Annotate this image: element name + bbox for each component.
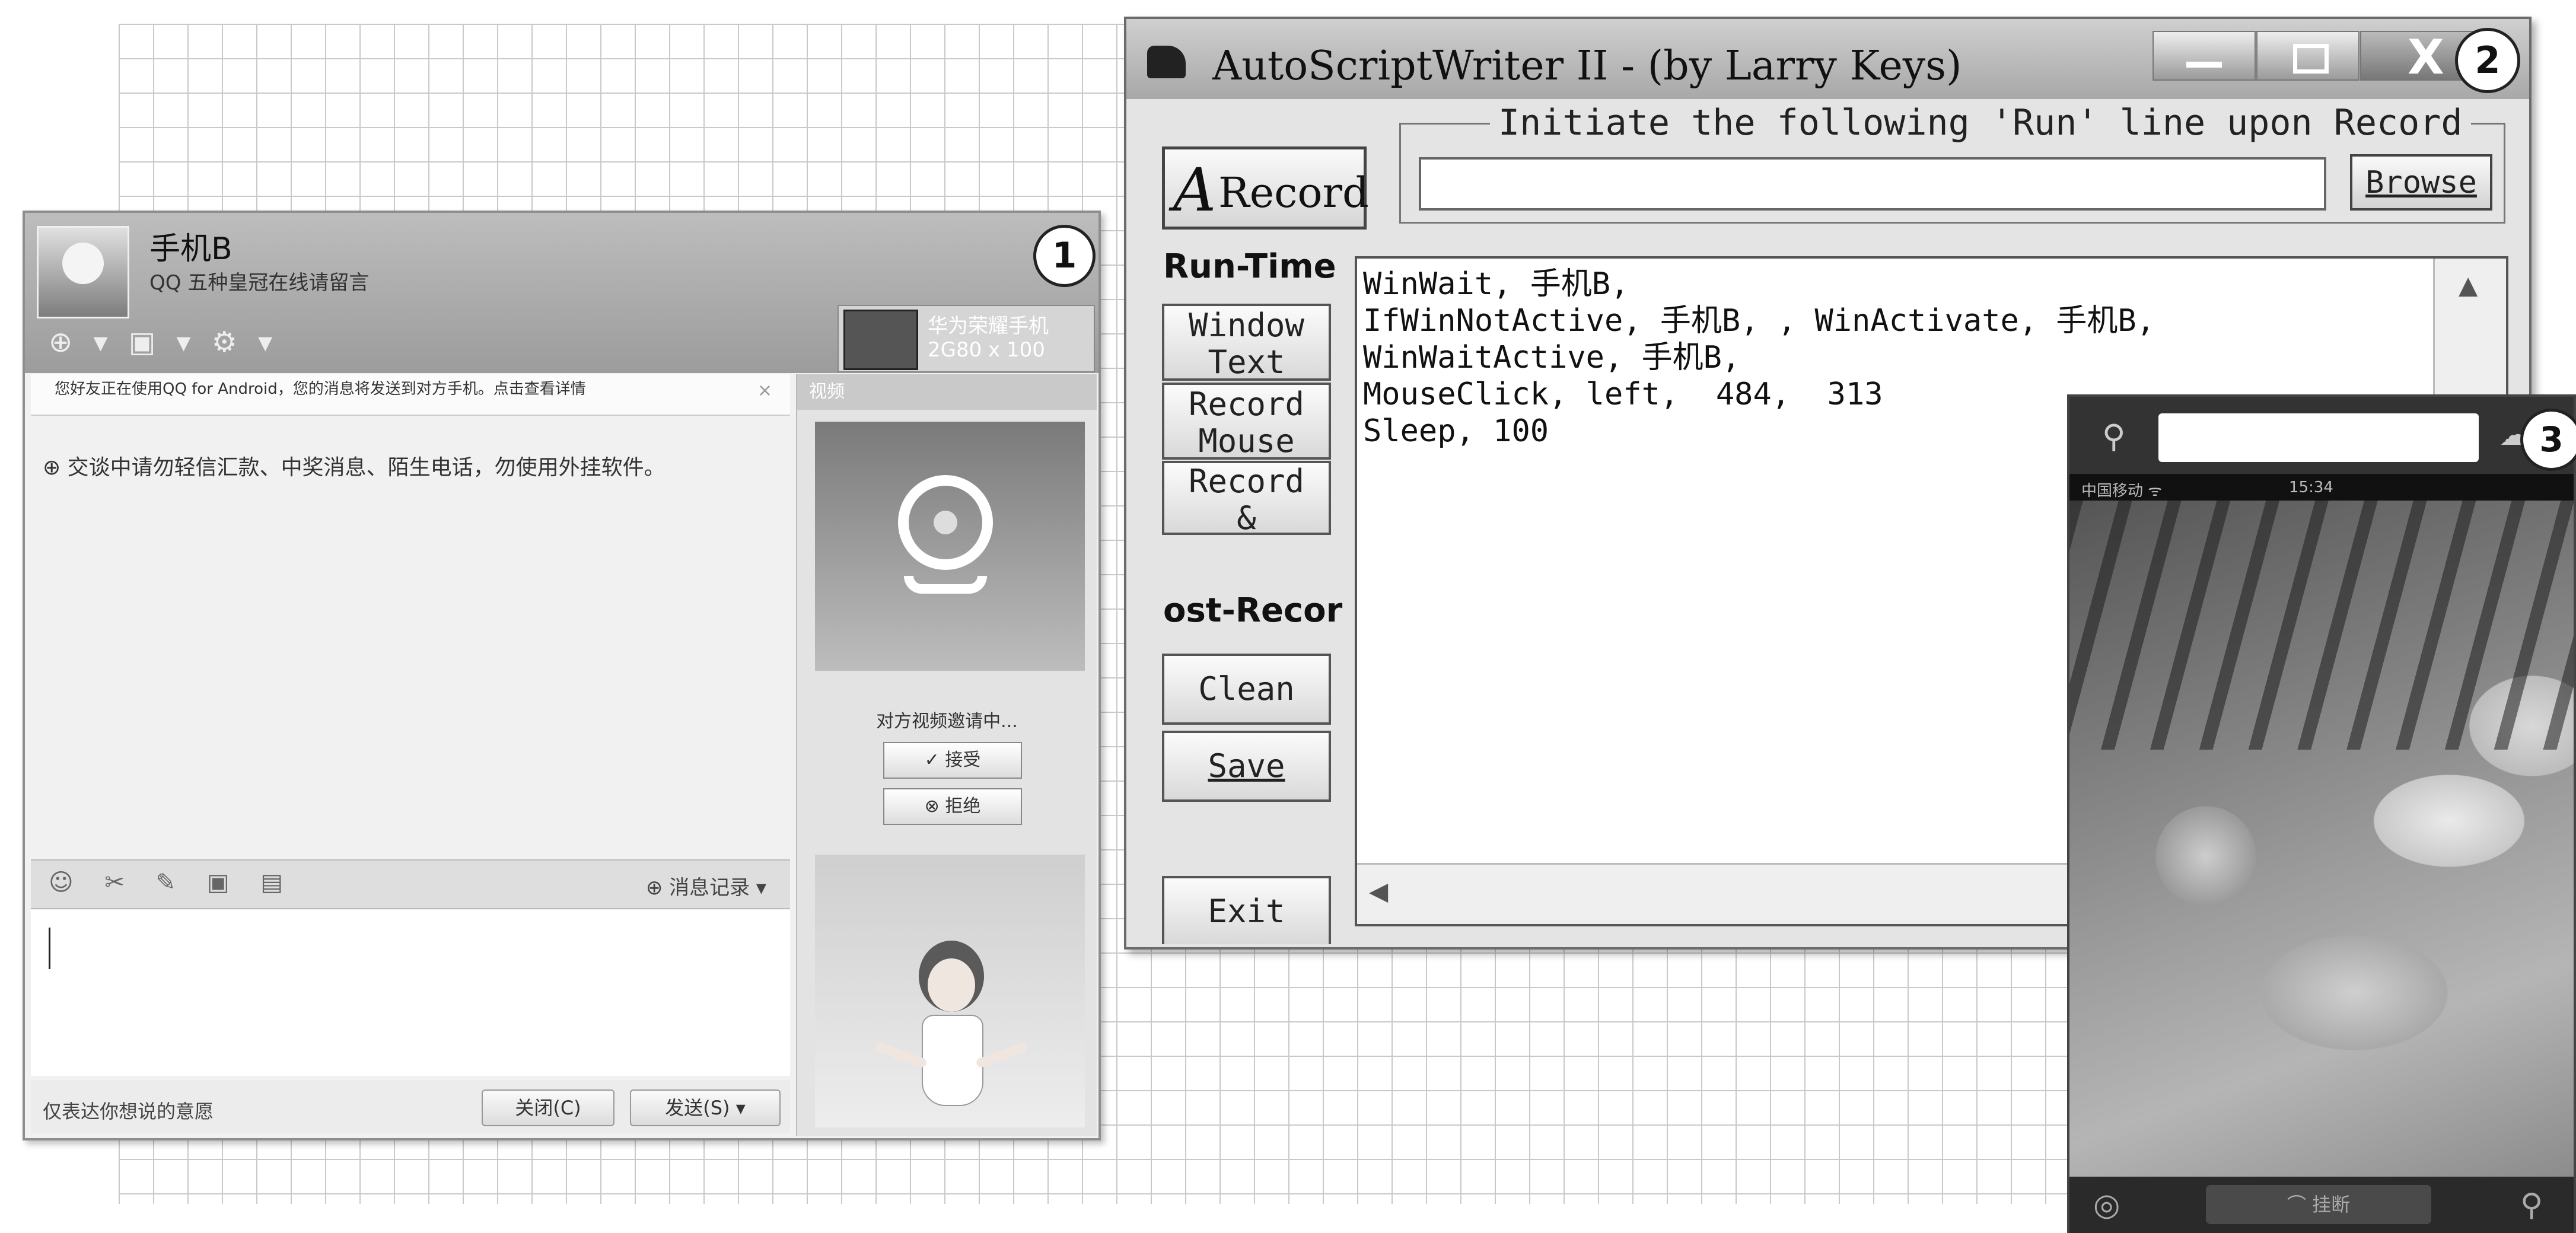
footer-tip: 仅表达你想说的意愿 xyxy=(43,1100,214,1123)
status-time: 15:34 xyxy=(2289,479,2333,496)
security-warning: ⊕ 交谈中请勿轻信汇款、中奖消息、陌生电话，勿使用外挂软件。 xyxy=(43,455,666,480)
baby-camera-feed xyxy=(2069,501,2574,1177)
avatar-body xyxy=(922,1015,983,1106)
chat-footer: 仅表达你想说的意愿 关闭(C) 发送(S) ▾ xyxy=(31,1080,790,1133)
record-button-label: Record xyxy=(1218,168,1369,217)
run-line-legend: Initiate the following 'Run' line upon R… xyxy=(1490,102,2471,144)
post-record-section-label: ost-Recor xyxy=(1163,591,1343,630)
run-line-input[interactable] xyxy=(1419,157,2326,211)
run-line-group: Initiate the following 'Run' line upon R… xyxy=(1399,102,2505,224)
carrier-signal: 中国移动 ᯤ xyxy=(2081,482,2163,500)
device-info[interactable]: 华为荣耀手机 2G80 x 100 xyxy=(838,305,1095,372)
send-button[interactable]: 发送(S) ▾ xyxy=(630,1089,781,1126)
save-button[interactable]: Save xyxy=(1162,731,1331,802)
video-panel: 视频 对方视频邀请中... ✓ 接受 ⊗ 拒绝 xyxy=(796,374,1097,1136)
callout-number-1: 1 xyxy=(1033,225,1096,287)
exit-button[interactable]: Exit xyxy=(1162,876,1331,944)
scroll-up-icon[interactable]: ▲ xyxy=(2459,270,2478,300)
text-caret xyxy=(49,928,50,969)
message-input[interactable] xyxy=(31,910,790,1076)
video-invite-status: 对方视频邀请中... xyxy=(876,711,1018,732)
minimize-button[interactable] xyxy=(2152,31,2256,81)
notice-text: 您好友正在使用QQ for Android，您的消息将发送到对方手机。点击查看详… xyxy=(55,380,586,398)
phone-remote-view: ⚲ ☁ 3 中国移动 ᯤ 15:34 ◎ ⌒ 挂断 ⚲ xyxy=(2067,394,2576,1233)
maximize-button[interactable] xyxy=(2256,31,2360,81)
record-mouse-button[interactable]: Record Mouse xyxy=(1162,383,1331,460)
crib-bars xyxy=(2069,501,2574,750)
contact-avatar[interactable] xyxy=(37,226,129,318)
window-title: AutoScriptWriter II - (by Larry Keys) xyxy=(1212,43,1962,90)
qq-chat-window: 手机B QQ 五种皇冠在线请留言 ⊕ ▾ ▣ ▾ ⚙ ▾ 华为荣耀手机 2G80… xyxy=(23,211,1101,1140)
script-text[interactable]: WinWait, 手机B, IfWinNotActive, 手机B, , Win… xyxy=(1363,266,2155,450)
device-name: 华为荣耀手机 xyxy=(928,314,1049,338)
phone-status-bar: 中国移动 ᯤ 15:34 xyxy=(2069,474,2574,501)
window-controls: X xyxy=(2152,30,2491,85)
contact-status: QQ 五种皇冠在线请留言 xyxy=(149,271,370,295)
accept-video-button[interactable]: ✓ 接受 xyxy=(883,742,1022,779)
hang-up-button[interactable]: ⌒ 挂断 xyxy=(2206,1185,2431,1224)
webcam-icon xyxy=(886,475,1005,606)
reject-video-button[interactable]: ⊗ 拒绝 xyxy=(883,788,1022,825)
scroll-left-icon[interactable]: ◀ xyxy=(1369,877,1388,906)
clean-button[interactable]: Clean xyxy=(1162,654,1331,725)
location-pin-icon[interactable]: ⚲ xyxy=(2102,418,2126,455)
close-button[interactable]: 关闭(C) xyxy=(482,1089,614,1126)
location-pin-icon[interactable]: ⚲ xyxy=(2520,1187,2543,1223)
input-toolbar: ☺ ✂ ✎ ▣ ▤ ⊕ 消息记录 ▾ xyxy=(31,859,790,909)
camera-switch-icon[interactable]: ◎ xyxy=(2093,1187,2120,1223)
close-icon: X xyxy=(2408,30,2444,85)
record-a-icon: A xyxy=(1173,155,1217,225)
video-panel-title: 视频 xyxy=(797,374,1097,410)
contact-name[interactable]: 手机B xyxy=(149,224,233,268)
video-preview xyxy=(815,422,1085,671)
android-notice-bar: 您好友正在使用QQ for Android，您的消息将发送到对方手机。点击查看详… xyxy=(31,374,790,416)
phone-search-field[interactable] xyxy=(2158,413,2479,462)
device-resolution: 2G80 x 100 xyxy=(928,338,1045,362)
avatar-face xyxy=(928,958,975,1012)
browse-button[interactable]: Browse xyxy=(2350,154,2492,211)
self-avatar-show xyxy=(815,855,1085,1127)
phone-bottom-bar: ◎ ⌒ 挂断 ⚲ xyxy=(2069,1177,2574,1233)
record-button[interactable]: A Record xyxy=(1162,146,1369,230)
input-toolbar-icons[interactable]: ☺ ✂ ✎ ▣ ▤ xyxy=(49,869,295,896)
header-toolbar-icons[interactable]: ⊕ ▾ ▣ ▾ ⚙ ▾ xyxy=(49,326,278,359)
callout-number-2: 2 xyxy=(2455,28,2520,93)
message-history-button[interactable]: ⊕ 消息记录 ▾ xyxy=(646,871,766,900)
record-switch-button[interactable]: Record & Switch xyxy=(1162,461,1331,535)
phone-thumbnail xyxy=(843,310,918,370)
title-bar[interactable]: AutoScriptWriter II - (by Larry Keys) X … xyxy=(1126,19,2529,99)
runtime-section-label: Run-Time xyxy=(1163,247,1336,286)
window-text-button[interactable]: Window Text xyxy=(1162,304,1331,381)
phone-top-bar: ⚲ ☁ xyxy=(2069,397,2574,474)
app-hat-icon xyxy=(1147,46,1186,78)
avatar-left-arm xyxy=(874,1041,928,1069)
callout-number-3: 3 xyxy=(2520,409,2576,471)
chat-header: 手机B QQ 五种皇冠在线请留言 ⊕ ▾ ▣ ▾ ⚙ ▾ 华为荣耀手机 2G80… xyxy=(25,213,1098,373)
close-icon[interactable]: × xyxy=(757,380,772,401)
